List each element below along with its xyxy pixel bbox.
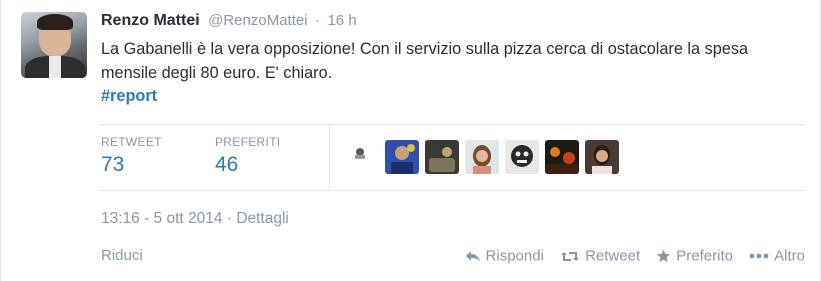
favoriter-avatar-6[interactable] [585,140,619,174]
reply-button[interactable]: Rispondi [465,247,544,265]
reply-label: Rispondi [485,247,544,265]
more-button[interactable]: Altro [749,247,805,265]
more-label: Altro [774,247,805,265]
stats-divider [329,125,330,191]
favorite-label: Preferito [676,247,733,265]
favoriter-avatar-1[interactable] [385,140,419,174]
favoriter-avatar-3[interactable] [465,140,499,174]
hashtag-link[interactable]: #report [101,87,157,106]
username[interactable]: @RenzoMattei [208,12,307,29]
fullname[interactable]: Renzo Mattei [101,12,200,29]
tweet-footer: Riduci Rispondi Retweet Preferito Altro [101,247,805,267]
avatar[interactable] [21,12,87,78]
more-dots-icon [749,253,769,259]
retweet-count[interactable]: 73 [101,153,162,177]
favorite-button[interactable]: Preferito [656,247,733,265]
tweet-timestamp: 13:16 - 5 ott 2014 [101,210,223,227]
favoriter-avatar-4[interactable] [505,140,539,174]
separator-dot: · [315,12,321,29]
tweet-text: La Gabanelli è la vera opposizione! Con … [101,40,749,82]
tweet-time[interactable]: 16 h [327,12,356,29]
retweet-stat[interactable]: RETWEET 73 [101,135,162,177]
retweet-stat-label: RETWEET [101,135,162,149]
collapse-link[interactable]: Riduci [101,247,143,264]
dateline-separator: · [226,210,232,227]
favorites-count[interactable]: 46 [215,153,280,177]
favorites-stat[interactable]: PREFERITI 46 [215,135,280,177]
retweet-button[interactable]: Retweet [560,247,640,265]
retweet-label: Retweet [585,247,641,265]
retweet-icon [561,251,580,261]
tweet-card: Renzo Mattei @RenzoMattei · 16 h La Gaba… [0,0,821,281]
details-link[interactable]: Dettagli [236,210,289,227]
favoriter-avatar-2[interactable] [425,140,459,174]
star-icon [656,249,671,263]
tweet-header: Renzo Mattei @RenzoMattei · 16 h [101,12,357,32]
reply-icon [465,250,480,262]
favorites-stat-label: PREFERITI [215,135,281,149]
favoriter-avatar-small[interactable] [353,146,367,160]
favoriter-avatar-5[interactable] [545,140,579,174]
tweet-dateline: 13:16 - 5 ott 2014 · Dettagli [101,210,289,228]
tweet-stats: RETWEET 73 PREFERITI 46 [99,124,805,191]
tweet-actions: Rispondi Retweet Preferito Altro [453,247,805,265]
